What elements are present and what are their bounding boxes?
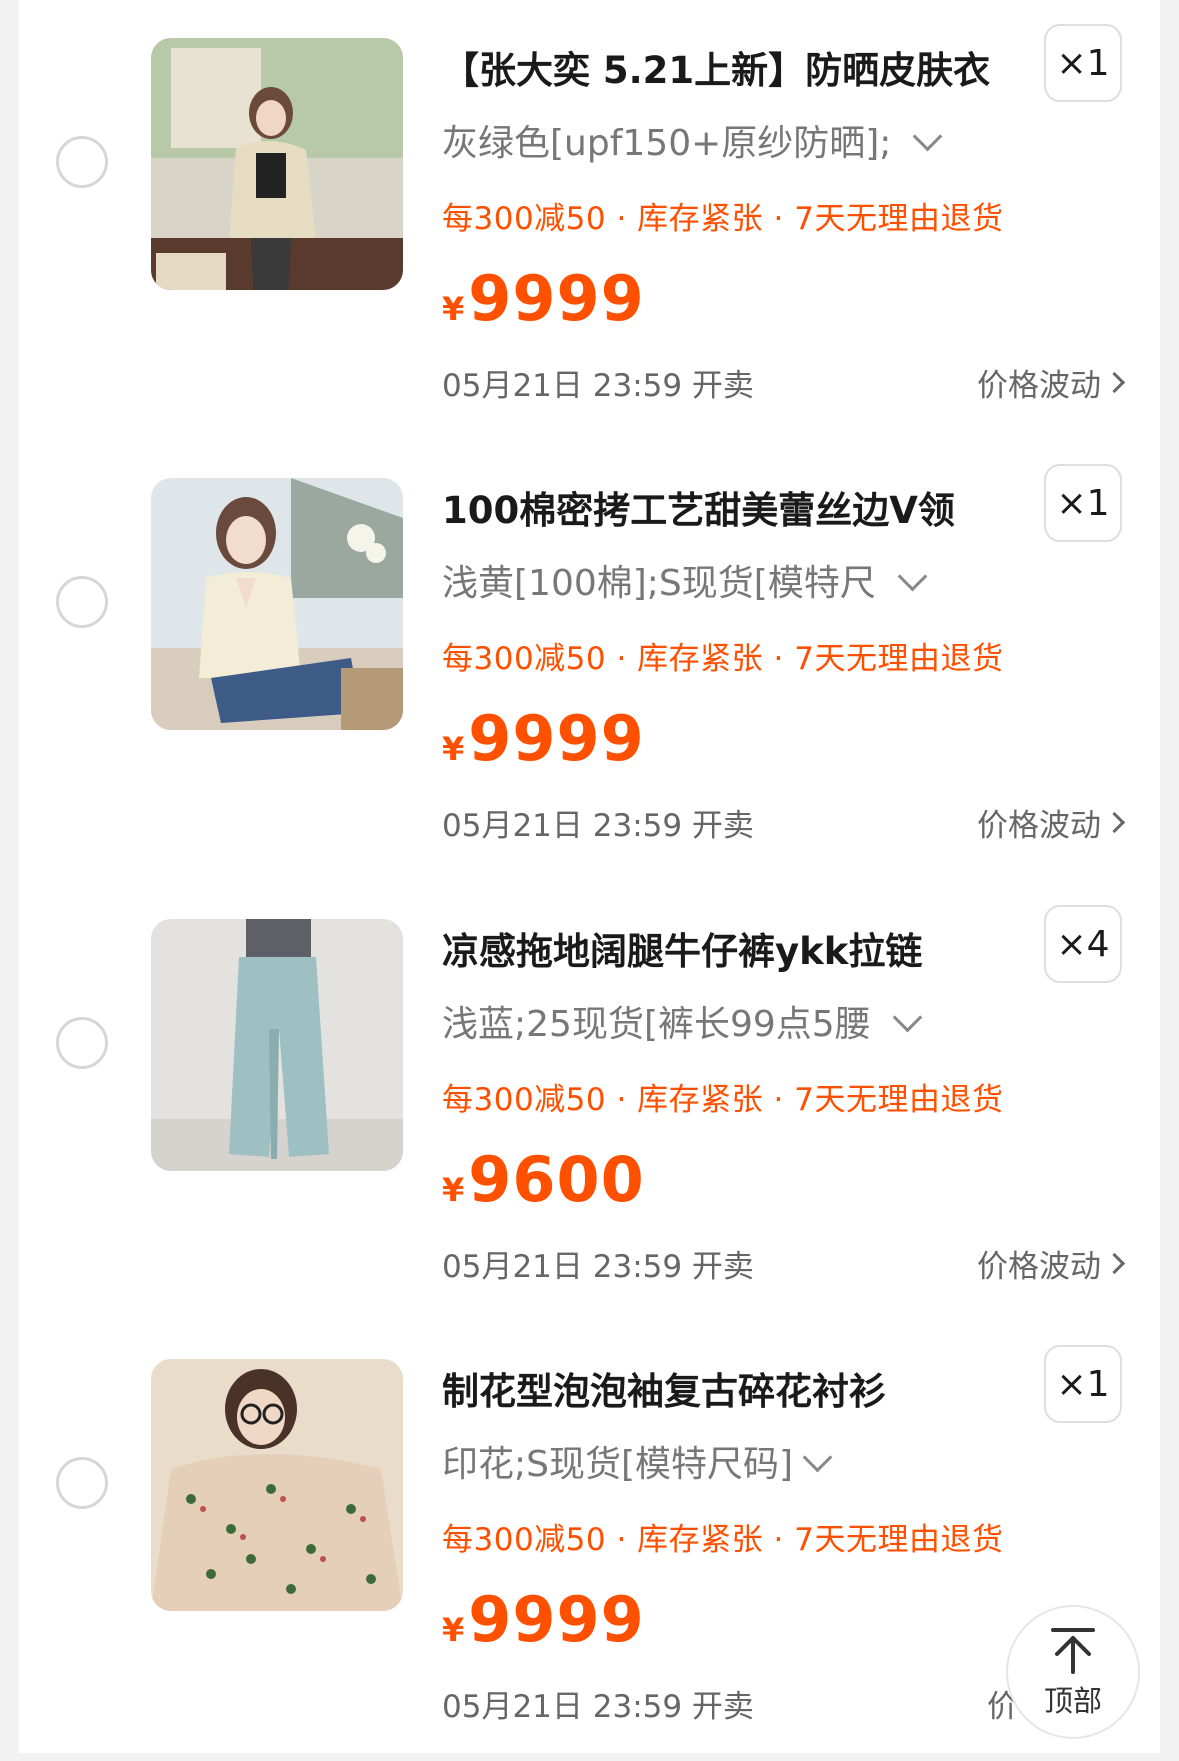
price-fluctuation-link[interactable]: 价格波动	[977, 360, 1126, 405]
back-to-top-button[interactable]: 顶部	[1006, 1605, 1140, 1739]
quantity-button[interactable]: ×1	[1044, 24, 1122, 102]
back-to-top-label: 顶部	[1043, 1684, 1102, 1718]
chevron-right-icon	[1103, 371, 1126, 394]
select-radio[interactable]	[56, 576, 108, 628]
sku-selector[interactable]: 浅蓝;25现货[裤长99点5腰	[442, 995, 923, 1047]
cart-item: 【张大奕 5.21上新】防晒皮肤衣 ×1 灰绿色[upf150+原纱防晒]; 每…	[19, 0, 1160, 440]
select-radio[interactable]	[56, 136, 108, 188]
chevron-down-icon	[802, 1442, 833, 1472]
select-radio[interactable]	[56, 1017, 108, 1069]
promo-tags: 每300减50 · 库存紧张 · 7天无理由退货	[442, 1082, 1004, 1118]
price: ¥9999	[442, 262, 645, 335]
currency-symbol: ¥	[442, 1171, 465, 1209]
sale-time: 05月21日 23:59 开卖	[442, 808, 754, 844]
price-fluctuation-label: 价格波动	[977, 368, 1101, 404]
price: ¥9999	[442, 1583, 645, 1656]
price: ¥9600	[442, 1143, 645, 1216]
product-image[interactable]	[151, 919, 403, 1171]
product-title[interactable]: 【张大奕 5.21上新】防晒皮肤衣	[442, 40, 1032, 94]
product-image[interactable]	[151, 38, 403, 290]
price-amount: 9999	[468, 1583, 645, 1656]
sale-time: 05月21日 23:59 开卖	[442, 1249, 754, 1285]
product-title[interactable]: 100棉密拷工艺甜美蕾丝边V领	[442, 480, 1032, 534]
price-amount: 9600	[468, 1143, 645, 1216]
product-image[interactable]	[151, 478, 403, 730]
select-radio[interactable]	[56, 1457, 108, 1509]
sale-time: 05月21日 23:59 开卖	[442, 1689, 754, 1725]
sku-selector[interactable]: 浅黄[100棉];S现货[模特尺	[442, 554, 928, 606]
chevron-down-icon	[892, 1002, 923, 1032]
cart-list: 【张大奕 5.21上新】防晒皮肤衣 ×1 灰绿色[upf150+原纱防晒]; 每…	[19, 0, 1160, 1753]
cart-item: 凉感拖地阔腿牛仔裤ykk拉链 ×4 浅蓝;25现货[裤长99点5腰 每300减5…	[19, 881, 1160, 1321]
cart-item: 制花型泡泡袖复古碎花衬衫 ×1 印花;S现货[模特尺码] 每300减50 · 库…	[19, 1321, 1160, 1761]
price-amount: 9999	[468, 702, 645, 775]
quantity-button[interactable]: ×4	[1044, 905, 1122, 983]
sku-text: 浅蓝;25现货[裤长99点5腰	[442, 1004, 871, 1045]
cart-item: 100棉密拷工艺甜美蕾丝边V领 ×1 浅黄[100棉];S现货[模特尺 每300…	[19, 440, 1160, 880]
chevron-right-icon	[1103, 811, 1126, 834]
sku-selector[interactable]: 灰绿色[upf150+原纱防晒];	[442, 114, 943, 166]
sku-text: 灰绿色[upf150+原纱防晒];	[442, 123, 892, 164]
promo-tags: 每300减50 · 库存紧张 · 7天无理由退货	[442, 641, 1004, 677]
currency-symbol: ¥	[442, 730, 465, 768]
currency-symbol: ¥	[442, 290, 465, 328]
product-title[interactable]: 制花型泡泡袖复古碎花衬衫	[442, 1361, 1032, 1415]
chevron-down-icon	[913, 121, 943, 151]
arrow-up-bar-icon	[1051, 1628, 1095, 1674]
quantity-button[interactable]: ×1	[1044, 1345, 1122, 1423]
price-fluctuation-link[interactable]: 价格波动	[977, 1241, 1126, 1286]
product-title[interactable]: 凉感拖地阔腿牛仔裤ykk拉链	[442, 921, 1032, 975]
price: ¥9999	[442, 702, 645, 775]
product-image[interactable]	[151, 1359, 403, 1611]
sale-time: 05月21日 23:59 开卖	[442, 368, 754, 404]
chevron-down-icon	[897, 561, 928, 591]
promo-tags: 每300减50 · 库存紧张 · 7天无理由退货	[442, 1522, 1004, 1558]
price-fluctuation-label: 价格波动	[977, 1249, 1101, 1285]
price-fluctuation-link[interactable]: 价格波动	[977, 800, 1126, 845]
price-amount: 9999	[468, 262, 645, 335]
currency-symbol: ¥	[442, 1611, 465, 1649]
price-fluctuation-label: 价格波动	[977, 808, 1101, 844]
chevron-right-icon	[1103, 1252, 1126, 1275]
promo-tags: 每300减50 · 库存紧张 · 7天无理由退货	[442, 201, 1004, 237]
sku-text: 浅黄[100棉];S现货[模特尺	[442, 563, 876, 604]
sku-selector[interactable]: 印花;S现货[模特尺码]	[442, 1435, 833, 1487]
sku-text: 印花;S现货[模特尺码]	[442, 1444, 794, 1485]
quantity-button[interactable]: ×1	[1044, 464, 1122, 542]
